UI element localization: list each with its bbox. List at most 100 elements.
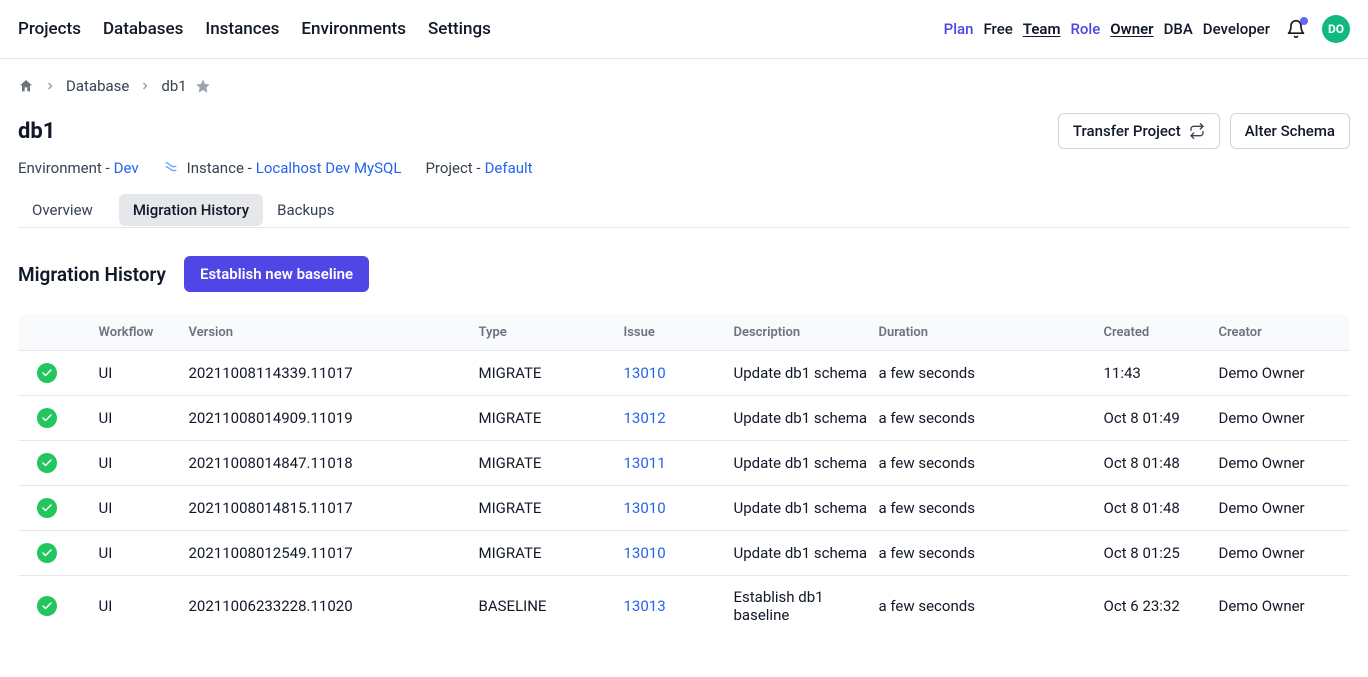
chevron-right-icon <box>139 80 151 92</box>
topnav-databases[interactable]: Databases <box>103 19 183 39</box>
role-label[interactable]: Role <box>1070 20 1100 38</box>
developer-link[interactable]: Developer <box>1203 20 1270 38</box>
cell-description: Update db1 schema <box>734 441 879 486</box>
issue-link[interactable]: 13012 <box>624 409 666 427</box>
proj-link[interactable]: Default <box>485 159 533 177</box>
topnav-settings[interactable]: Settings <box>428 19 491 39</box>
topnav-projects[interactable]: Projects <box>18 19 81 39</box>
cell-duration: a few seconds <box>879 396 1104 441</box>
cell-version: 20211008014815.11017 <box>189 486 479 531</box>
notifications-button[interactable] <box>1286 19 1306 39</box>
top-nav: Projects Databases Instances Environments Se… <box>18 19 491 39</box>
plan-label[interactable]: Plan <box>944 20 974 38</box>
cell-created: Oct 8 01:49 <box>1104 396 1219 441</box>
breadcrumb: Database db1 <box>18 77 1350 95</box>
transfer-project-button[interactable]: Transfer Project <box>1058 113 1220 149</box>
table-row[interactable]: UI20211008014847.11018MIGRATE13011Update… <box>19 441 1350 486</box>
cell-creator: Demo Owner <box>1219 576 1350 637</box>
cell-creator: Demo Owner <box>1219 351 1350 396</box>
alter-schema-label: Alter Schema <box>1245 122 1335 140</box>
topbar: Projects Databases Instances Environments Se… <box>0 0 1368 59</box>
tab-overview[interactable]: Overview <box>18 194 107 226</box>
table-row[interactable]: UI20211008012549.11017MIGRATE13010 Update… <box>19 531 1350 576</box>
cell-created: Oct 8 01:25 <box>1104 531 1219 576</box>
cell-duration: a few seconds <box>879 486 1104 531</box>
col-description: Description <box>734 315 879 351</box>
migration-history-table: Workflow Version Type Issue Description … <box>18 314 1350 637</box>
alter-schema-button[interactable]: Alter Schema <box>1230 113 1350 149</box>
success-check-icon <box>37 408 57 428</box>
col-workflow: Workflow <box>79 315 189 351</box>
col-creator: Creator <box>1219 315 1350 351</box>
issue-link[interactable]: 13010 <box>624 364 666 382</box>
col-version: Version <box>189 315 479 351</box>
cell-type: MIGRATE <box>479 486 624 531</box>
issue-link[interactable]: 13010 <box>624 499 666 517</box>
home-icon[interactable] <box>18 78 34 94</box>
cell-workflow: UI <box>79 531 189 576</box>
establish-baseline-button[interactable]: Establish new baseline <box>184 256 369 292</box>
star-icon[interactable] <box>195 78 211 94</box>
dba-link[interactable]: DBA <box>1164 20 1193 38</box>
topnav-environments[interactable]: Environments <box>301 19 406 39</box>
table-row[interactable]: UI20211008014909.11019MIGRATE13012 Update… <box>19 396 1350 441</box>
cell-type: MIGRATE <box>479 441 624 486</box>
tab-backups[interactable]: Backups <box>263 194 348 226</box>
tabs: Overview Migration HistoryBackups <box>18 195 1350 228</box>
col-created: Created <box>1104 315 1219 351</box>
db-type-icon <box>163 160 179 176</box>
cell-created: 11:43 <box>1104 351 1219 396</box>
col-type: Type <box>479 315 624 351</box>
inst-link[interactable]: Localhost Dev MySQL <box>256 159 402 177</box>
issue-link[interactable]: 13010 <box>624 544 666 562</box>
table-row[interactable]: UI20211008014815.11017MIGRATE13010Update… <box>19 486 1350 531</box>
cell-description: Update db1 schema <box>734 531 879 576</box>
table-row[interactable]: UI20211006233228.11020BASELINE13013Estab… <box>19 576 1350 637</box>
cell-duration: a few seconds <box>879 576 1104 637</box>
page-title: db1 <box>18 119 55 144</box>
page-body: Database db1 db1 Transfer Project Alter … <box>0 59 1368 677</box>
cell-version: 20211006233228.11020 <box>189 576 479 637</box>
cell-version: 20211008014909.11019 <box>189 396 479 441</box>
cell-created: Oct 8 01:48 <box>1104 441 1219 486</box>
issue-link[interactable]: 13013 <box>624 597 666 615</box>
env-link[interactable]: Dev <box>114 159 139 177</box>
col-issue: Issue <box>624 315 734 351</box>
table-header-row: Workflow Version Type Issue Description … <box>19 315 1350 351</box>
cell-version: 20211008012549.11017 <box>189 531 479 576</box>
transfer-project-label: Transfer Project <box>1073 122 1181 140</box>
inst-label: Instance - <box>187 159 252 177</box>
chevron-right-icon <box>44 80 56 92</box>
col-duration: Duration <box>879 315 1104 351</box>
env-label: Environment - <box>18 159 110 177</box>
breadcrumb-current: db1 <box>161 77 186 95</box>
role-value[interactable]: Owner <box>1110 20 1153 38</box>
cell-type: MIGRATE <box>479 531 624 576</box>
cell-workflow: UI <box>79 576 189 637</box>
cell-creator: Demo Owner <box>1219 396 1350 441</box>
cell-version: 20211008014847.11018 <box>189 441 479 486</box>
breadcrumb-database[interactable]: Database <box>66 77 129 95</box>
topnav-instances[interactable]: Instances <box>205 19 279 39</box>
proj-label: Project - <box>425 159 480 177</box>
meta-line: Environment - Dev Instance - Localhost D… <box>18 159 1350 177</box>
table-row[interactable]: UI20211008114339.11017MIGRATE13010Update… <box>19 351 1350 396</box>
transfer-icon <box>1189 123 1205 139</box>
cell-description: Update db1 schema <box>734 351 879 396</box>
cell-workflow: UI <box>79 396 189 441</box>
cell-description: Update db1 schema <box>734 486 879 531</box>
cell-type: MIGRATE <box>479 396 624 441</box>
cell-description: Update db1 schema <box>734 396 879 441</box>
cell-created: Oct 6 23:32 <box>1104 576 1219 637</box>
tab-migration-history[interactable]: Migration History <box>119 194 263 226</box>
top-right: Plan Free Team Role Owner DBA Developer … <box>944 15 1350 43</box>
cell-creator: Demo Owner <box>1219 441 1350 486</box>
success-check-icon <box>37 543 57 563</box>
issue-link[interactable]: 13011 <box>624 454 666 472</box>
cell-version: 20211008114339.11017 <box>189 351 479 396</box>
notification-dot-icon <box>1300 17 1308 25</box>
team-link[interactable]: Team <box>1023 20 1061 38</box>
cell-description: Establish db1 baseline <box>734 576 879 637</box>
cell-creator: Demo Owner <box>1219 486 1350 531</box>
avatar[interactable]: DO <box>1322 15 1350 43</box>
